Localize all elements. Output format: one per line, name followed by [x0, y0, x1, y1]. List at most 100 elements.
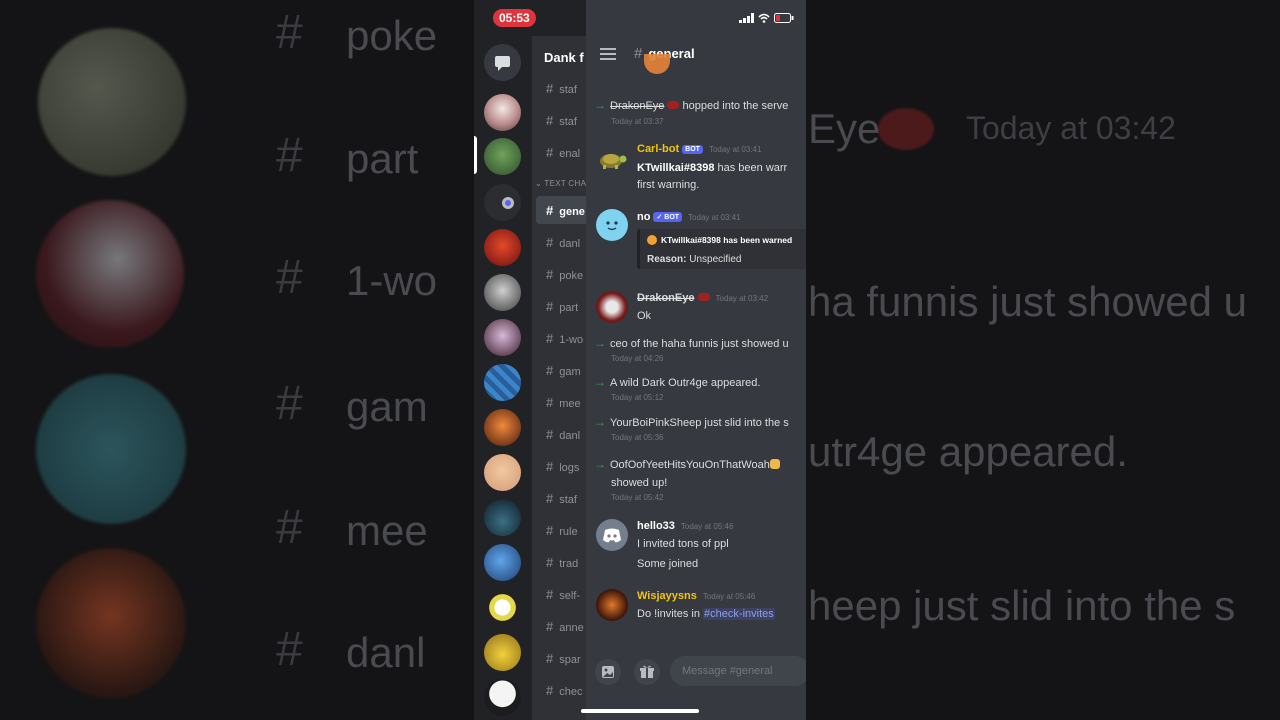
- message-author[interactable]: DrakonEye Today at 03:42: [637, 292, 768, 304]
- channel-item[interactable]: # logs: [546, 459, 579, 474]
- user-mention[interactable]: KTwillkai#8398: [637, 162, 714, 174]
- join-message: → ceo of the haha funnis just showed u: [594, 336, 789, 350]
- channel-item[interactable]: # enal: [546, 145, 580, 160]
- channel-label: gam: [559, 366, 581, 378]
- server-icon[interactable]: [484, 454, 521, 491]
- bg-right-text: Today at 03:42: [966, 110, 1176, 146]
- channel-label: rule: [559, 526, 578, 538]
- message-timestamp: Today at 05:46: [702, 592, 756, 601]
- avatar-drakoneye[interactable]: [596, 291, 628, 323]
- join-arrow-icon: →: [594, 98, 606, 112]
- category-text-channels[interactable]: ⌄ TEXT CHA: [535, 179, 586, 188]
- channel-item[interactable]: # spar: [546, 651, 581, 666]
- discord-logo-icon: [603, 528, 621, 543]
- bg-right-text: Eye: [808, 105, 881, 152]
- server-icon[interactable]: [484, 679, 521, 716]
- message-author[interactable]: Wisjayysns Today at 05:46: [637, 590, 755, 602]
- bg-right-text: ha funnis just showed u: [808, 278, 1247, 325]
- bg-hash: #: [276, 6, 303, 59]
- server-icon[interactable]: [484, 319, 521, 356]
- message-timestamp: Today at 05:46: [680, 522, 734, 531]
- server-icon[interactable]: [484, 138, 521, 175]
- bg-emoji: [878, 108, 934, 150]
- avatar-wisjayysns[interactable]: [596, 589, 628, 621]
- message-timestamp: Today at 03:41: [708, 145, 762, 154]
- avatar-hello33[interactable]: [596, 519, 628, 551]
- server-icon[interactable]: [484, 409, 521, 446]
- hamburger-menu-icon[interactable]: [600, 48, 616, 60]
- channel-item[interactable]: # chec: [546, 683, 582, 698]
- bg-hash: #: [276, 129, 303, 182]
- channel-item[interactable]: # danl: [546, 427, 580, 442]
- home-indicator[interactable]: [581, 709, 699, 713]
- message-body: showed up!: [611, 477, 668, 489]
- turtle-icon: [600, 154, 627, 169]
- channel-label: logs: [559, 462, 580, 474]
- avatar-carl-bot[interactable]: [596, 143, 628, 175]
- signal-icon: [739, 13, 754, 23]
- message-timestamp: Today at 05:36: [611, 433, 664, 442]
- join-message: → DrakonEye hopped into the serve: [594, 98, 789, 112]
- message-timestamp: Today at 05:42: [611, 493, 664, 502]
- server-icon[interactable]: [484, 364, 521, 401]
- join-arrow-icon: →: [594, 336, 606, 350]
- channel-label: staf: [559, 116, 577, 128]
- channel-item[interactable]: # anne: [546, 619, 584, 634]
- message-author[interactable]: no ✓ BOT Today at 03:41: [637, 211, 741, 223]
- channel-item[interactable]: # rule: [546, 523, 578, 538]
- selected-server-indicator: [474, 136, 477, 174]
- message-author[interactable]: hello33 Today at 05:46: [637, 520, 733, 532]
- server-icon[interactable]: [484, 544, 521, 581]
- message-input[interactable]: Message #general: [670, 656, 806, 686]
- channel-item[interactable]: # part: [546, 299, 578, 314]
- bg-avatar-3: [36, 374, 186, 524]
- channel-item[interactable]: # trad: [546, 555, 578, 570]
- channel-item[interactable]: # staf: [546, 81, 577, 96]
- chat-bubble-icon: [495, 56, 510, 71]
- server-icon[interactable]: [484, 634, 521, 671]
- channel-item[interactable]: # staf: [546, 491, 577, 506]
- bg-avatar-1: [38, 28, 186, 176]
- server-icon[interactable]: [484, 94, 521, 131]
- channel-label: mee: [559, 398, 581, 410]
- server-icon[interactable]: [484, 589, 521, 626]
- message-body: Some joined: [637, 558, 699, 570]
- channel-label: enal: [559, 148, 581, 160]
- join-message: → YourBoiPinkSheep just slid into the s: [594, 415, 789, 429]
- channel-item[interactable]: # poke: [546, 267, 583, 282]
- channel-label: gene: [559, 206, 585, 218]
- avatar-no[interactable]: [596, 209, 628, 241]
- bg-avatar-4: [36, 548, 186, 698]
- channel-label: part: [559, 302, 579, 314]
- image-icon: [602, 666, 614, 678]
- channel-item[interactable]: # mee: [546, 395, 581, 410]
- emoji-icon: [697, 293, 710, 301]
- bg-channel-text: poke: [346, 12, 438, 59]
- channel-item[interactable]: # self-: [546, 587, 580, 602]
- battery-icon: [774, 13, 794, 23]
- join-message: → OofOofYeetHitsYouOnThatWoah: [594, 457, 780, 471]
- message-body: Do !invites in #check-invites: [637, 608, 775, 620]
- attach-image-button[interactable]: [595, 659, 621, 685]
- channel-item[interactable]: # danl: [546, 235, 580, 250]
- message-body: first warning.: [637, 179, 700, 191]
- server-icon[interactable]: [484, 229, 521, 266]
- channel-label: danl: [559, 238, 581, 250]
- channel-link[interactable]: #check-invites: [703, 608, 775, 620]
- channel-item[interactable]: # gam: [546, 363, 581, 378]
- direct-messages-button[interactable]: [484, 44, 521, 81]
- channel-item[interactable]: #1-wo: [546, 331, 583, 346]
- server-name[interactable]: Dank f: [544, 50, 584, 65]
- channel-item[interactable]: # staf: [546, 113, 577, 128]
- server-icon[interactable]: [484, 499, 521, 536]
- bg-channel-text: 1-wo: [346, 257, 438, 304]
- gift-button[interactable]: [634, 659, 660, 685]
- server-icon[interactable]: [484, 184, 521, 221]
- wifi-icon: [758, 13, 770, 23]
- message-author[interactable]: Carl-bot BOT Today at 03:41: [637, 143, 761, 155]
- channel-label: danl: [559, 430, 581, 442]
- message-body: I invited tons of ppl: [637, 538, 729, 550]
- server-icon[interactable]: [484, 274, 521, 311]
- embed-reason: Reason: Unspecified: [647, 254, 742, 265]
- channel-item-general[interactable]: # gene: [546, 203, 585, 218]
